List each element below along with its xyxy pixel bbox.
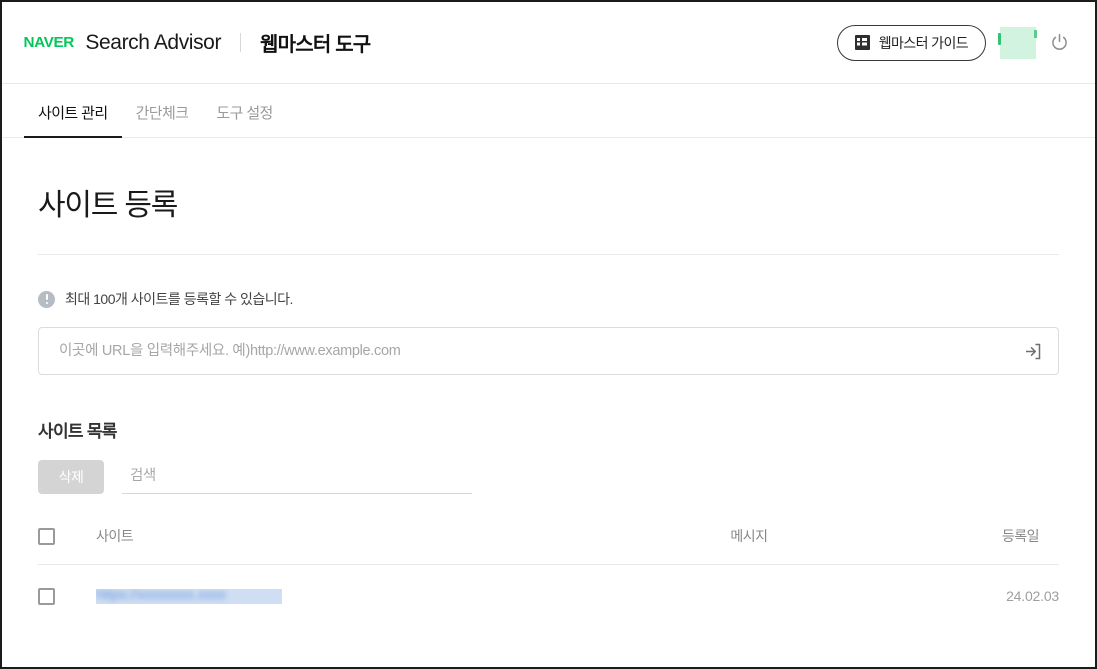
url-submit-button[interactable] — [1006, 328, 1058, 374]
tab-site-management[interactable]: 사이트 관리 — [24, 102, 122, 137]
site-link[interactable]: https://xxxxxxxx.xxxx — [96, 589, 282, 604]
row-message-cell — [599, 565, 899, 627]
service-name: Search Advisor — [85, 31, 221, 55]
notice-text: 최대 100개 사이트를 등록할 수 있습니다. — [65, 289, 293, 309]
webmaster-guide-button[interactable]: 웹마스터 가이드 — [837, 25, 986, 61]
header-actions: 웹마스터 가이드 — [837, 25, 1069, 61]
naver-logo[interactable]: NAVER — [24, 35, 74, 50]
search-input[interactable] — [122, 464, 472, 494]
guide-grid-icon — [855, 35, 870, 50]
main-tab-bar: 사이트 관리 간단체크 도구 설정 — [2, 84, 1095, 138]
select-all-header — [38, 526, 96, 565]
row-site-cell: https://xxxxxxxx.xxxx — [96, 565, 599, 627]
column-header-date: 등록일 — [899, 526, 1059, 565]
user-account-redacted[interactable] — [1000, 27, 1036, 59]
row-date-cell: 24.02.03 — [899, 565, 1059, 627]
site-link-text: https://xxxxxxxx.xxxx — [96, 589, 226, 602]
brand-block[interactable]: NAVER Search Advisor 웹마스터 도구 — [24, 28, 370, 57]
site-table-head: 사이트 메시지 등록일 — [38, 526, 1059, 565]
table-header-row: 사이트 메시지 등록일 — [38, 526, 1059, 565]
title-divider — [38, 254, 1059, 255]
site-table-body: https://xxxxxxxx.xxxx 24.02.03 — [38, 565, 1059, 627]
url-register-field — [38, 327, 1059, 375]
site-header: NAVER Search Advisor 웹마스터 도구 웹마스터 가이드 — [2, 2, 1095, 83]
logout-power-icon[interactable] — [1050, 33, 1069, 52]
tool-name: 웹마스터 도구 — [260, 28, 370, 57]
notice-row: 최대 100개 사이트를 등록할 수 있습니다. — [38, 289, 1059, 309]
select-all-checkbox[interactable] — [38, 528, 55, 545]
brand-divider — [240, 33, 241, 52]
row-checkbox[interactable] — [38, 588, 55, 605]
tab-quick-check[interactable]: 간단체크 — [122, 102, 203, 137]
site-list-heading: 사이트 목록 — [38, 417, 1059, 442]
browser-window: NAVER Search Advisor 웹마스터 도구 웹마스터 가이드 — [0, 0, 1097, 669]
info-exclamation-icon — [38, 291, 55, 308]
main-content: 사이트 등록 최대 100개 사이트를 등록할 수 있습니다. 사이트 목록 삭… — [2, 138, 1095, 627]
table-row: https://xxxxxxxx.xxxx 24.02.03 — [38, 565, 1059, 627]
column-header-message: 메시지 — [599, 526, 899, 565]
site-table: 사이트 메시지 등록일 https://xxxxxxxx.xxxx — [38, 526, 1059, 627]
webmaster-guide-label: 웹마스터 가이드 — [879, 33, 968, 53]
delete-button[interactable]: 삭제 — [38, 460, 104, 494]
page-title: 사이트 등록 — [38, 138, 1059, 254]
url-input[interactable] — [39, 328, 1006, 374]
row-select-cell — [38, 565, 96, 627]
column-header-site: 사이트 — [96, 526, 599, 565]
enter-arrow-icon — [1022, 341, 1043, 362]
site-list-controls: 삭제 — [38, 460, 1059, 494]
tab-tool-settings[interactable]: 도구 설정 — [202, 102, 286, 137]
